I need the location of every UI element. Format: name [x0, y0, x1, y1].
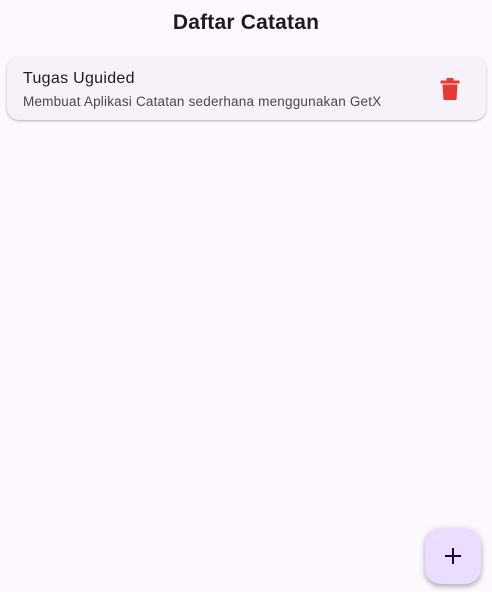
note-title: Tugas Uguided — [23, 70, 135, 87]
trash-icon — [440, 78, 460, 100]
notes-list: Tugas Uguided Membuat Aplikasi Catatan s… — [0, 44, 492, 120]
app-root: Daftar Catatan Tugas Uguided Membuat Apl… — [0, 0, 492, 592]
add-note-button[interactable] — [425, 528, 481, 584]
plus-icon — [445, 548, 461, 564]
note-subtitle: Membuat Aplikasi Catatan sederhana mengg… — [23, 94, 382, 109]
note-card[interactable]: Tugas Uguided Membuat Aplikasi Catatan s… — [7, 57, 486, 120]
page-title: Daftar Catatan — [172, 10, 320, 34]
app-bar: Daftar Catatan — [0, 0, 492, 44]
delete-note-button[interactable] — [438, 77, 462, 101]
